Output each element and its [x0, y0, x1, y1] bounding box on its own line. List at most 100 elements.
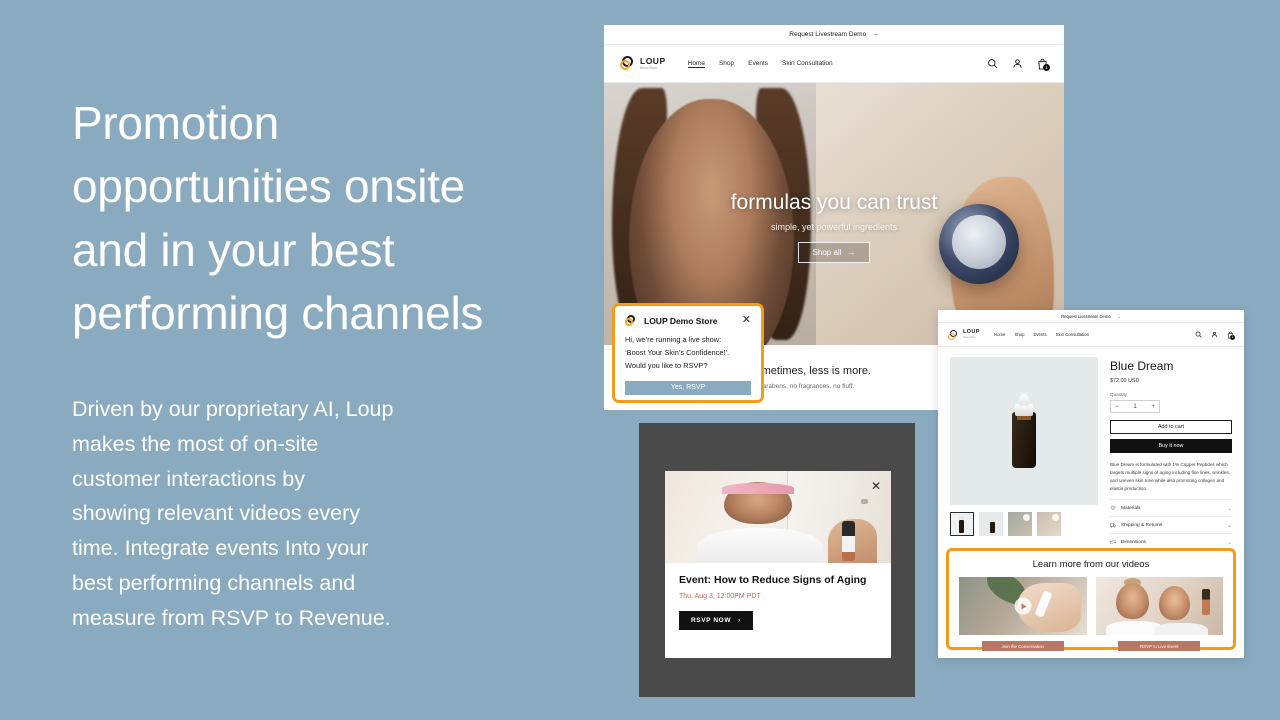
accordion-shipping-returns[interactable]: Shipping & Returns ⌄: [1110, 516, 1232, 533]
product-image[interactable]: [950, 357, 1098, 505]
arrow-right-icon: →: [1116, 313, 1121, 319]
hero-title: formulas you can trust: [730, 191, 938, 214]
page-title: Promotion opportunities onsite and in yo…: [72, 97, 484, 340]
event-modal: ✕ Event: How to Reduce Signs of Aging Th…: [665, 471, 891, 658]
thumbnail-1[interactable]: [950, 512, 974, 536]
logo-text: LOUP: [963, 329, 980, 336]
videos-panel: Learn more from our videos Join the Conv…: [949, 551, 1233, 661]
nav-item-shop[interactable]: Shop: [1014, 332, 1024, 337]
close-icon[interactable]: ✕: [742, 315, 751, 326]
announcement-bar[interactable]: Request Livestream Demo →: [938, 310, 1244, 323]
hero-subtitle: simple, yet powerful ingredients: [770, 222, 898, 232]
shop-all-label: Shop all: [812, 248, 842, 257]
quantity-decrease-button[interactable]: −: [1115, 404, 1119, 410]
chat-rsvp-button[interactable]: Yes, RSVP: [625, 380, 751, 395]
thumbnail-2[interactable]: [979, 512, 1003, 536]
video-thumbnail-2[interactable]: [1095, 577, 1223, 635]
product-price: $72.00 USD: [1110, 378, 1140, 384]
play-icon[interactable]: [1014, 597, 1032, 615]
nav-item-home[interactable]: Home: [994, 332, 1005, 337]
shop-all-button[interactable]: Shop all →: [797, 242, 871, 263]
hero-copy: formulas you can trust simple, yet power…: [604, 191, 1064, 263]
add-to-cart-button[interactable]: Add to cart: [1110, 420, 1232, 434]
rsvp-now-button[interactable]: RSVP NOW ›: [679, 611, 753, 630]
strip-subtitle: no parabens. no fragrances. no fluff.: [750, 383, 855, 390]
shopping-bag-icon[interactable]: 1: [1037, 58, 1050, 71]
video-card-2: RSVP to Live Event: [1095, 577, 1223, 651]
videos-grid: Join the Conversation RSVP to Live Event: [959, 577, 1223, 651]
ruler-icon: [1110, 540, 1116, 544]
chat-message: Hi, we’re running a live show: ‘Boost Yo…: [625, 335, 730, 370]
nav-item-events[interactable]: Events: [1034, 332, 1047, 337]
primary-nav: Home Shop Events Skin Consultation: [994, 332, 1089, 337]
loup-logo-icon: [620, 56, 637, 71]
model-face-1: [1115, 582, 1150, 619]
accordion-label: Shipping & Returns: [1121, 522, 1163, 528]
arrow-right-icon: →: [847, 248, 856, 257]
logo[interactable]: LOUP Demo Store: [948, 329, 980, 340]
nav-icons: 1: [1195, 331, 1235, 340]
nav-item-skin-consultation[interactable]: Skin Consultation: [1056, 332, 1089, 337]
thumbnail-4-video[interactable]: [1037, 512, 1061, 536]
quantity-value: 1: [1133, 403, 1137, 410]
chevron-right-icon: ›: [738, 617, 741, 624]
quantity-increase-button[interactable]: +: [1151, 404, 1155, 410]
slide-body-text: Driven by our proprietary AI, Loup makes…: [72, 396, 394, 630]
dropper-bottle-graphic: [1012, 394, 1036, 468]
site-navbar: LOUP Demo Store Home Shop Events Skin Co…: [938, 323, 1244, 347]
announcement-bar[interactable]: Request Livestream Demo →: [604, 25, 1064, 45]
chat-header: LOUP Demo Store ✕: [625, 315, 751, 326]
truck-icon: [1110, 523, 1116, 528]
quantity-stepper[interactable]: − 1 +: [1110, 400, 1160, 413]
logo-text: LOUP: [640, 56, 666, 67]
logo[interactable]: LOUP Demo Store: [620, 56, 666, 71]
chevron-down-icon: ⌄: [1226, 522, 1232, 529]
bag-count-badge: 1: [1230, 334, 1235, 340]
nav-item-events[interactable]: Events: [748, 60, 768, 67]
rsvp-now-label: RSVP NOW: [691, 617, 732, 624]
buy-it-now-button[interactable]: Buy it now: [1110, 439, 1232, 453]
rsvp-live-event-button[interactable]: RSVP to Live Event: [1118, 641, 1201, 651]
chat-panel: LOUP Demo Store ✕ Hi, we’re running a li…: [615, 306, 761, 400]
thumbnail-3-video[interactable]: [1008, 512, 1032, 536]
search-icon[interactable]: [987, 58, 998, 69]
chat-store-name: LOUP Demo Store: [644, 315, 718, 326]
chevron-down-icon: ⌄: [1226, 505, 1232, 512]
decorative-robe: [696, 528, 824, 563]
close-icon[interactable]: ✕: [871, 479, 881, 493]
chevron-down-icon: ⌄: [1226, 539, 1232, 546]
bag-count-badge: 1: [1043, 63, 1050, 71]
product-thumbnails: [950, 512, 1098, 536]
videos-heading: Learn more from our videos: [1032, 559, 1150, 570]
account-icon[interactable]: [1211, 331, 1218, 338]
account-icon[interactable]: [1012, 58, 1023, 69]
play-icon: [1052, 514, 1059, 521]
join-conversation-button[interactable]: Join the Conversation: [981, 641, 1064, 651]
product-spray-bottle: [1202, 588, 1211, 615]
quantity-label: Quantity: [1110, 392, 1128, 397]
chat-widget: LOUP Demo Store ✕ Hi, we’re running a li…: [612, 303, 764, 403]
nav-item-skin-consultation[interactable]: Skin Consultation: [782, 60, 833, 67]
announcement-label: Request Livestream Demo: [789, 31, 867, 38]
nav-item-shop[interactable]: Shop: [719, 60, 734, 67]
logo-subtext: Demo Store: [640, 65, 658, 70]
logo-subtext: Demo Store: [963, 335, 976, 339]
product-description: Blue Dream is formulated with 1% Copper …: [1110, 462, 1231, 492]
primary-nav: Home Shop Events Skin Consultation: [687, 60, 833, 68]
nav-item-home[interactable]: Home: [687, 60, 705, 68]
accordion-label: Materials: [1121, 505, 1141, 511]
accordion-materials[interactable]: Materials ⌄: [1110, 499, 1232, 516]
video-thumbnail-1[interactable]: [959, 577, 1087, 635]
shopping-bag-icon[interactable]: 1: [1227, 331, 1235, 340]
play-icon: [1023, 514, 1030, 521]
search-icon[interactable]: [1195, 331, 1202, 338]
video-card-1: Join the Conversation: [959, 577, 1087, 651]
model-face-2: [1159, 586, 1190, 620]
event-date: Thu, Aug 3, 12:00PM PDT: [679, 593, 761, 600]
nav-icons: 1: [987, 58, 1050, 71]
product-bottle: [841, 521, 855, 562]
accordion-label: Dimensions: [1121, 539, 1147, 545]
product-title: Blue Dream: [1110, 359, 1174, 373]
loup-logo-icon: [948, 329, 960, 340]
loup-logo-icon: [625, 315, 639, 326]
